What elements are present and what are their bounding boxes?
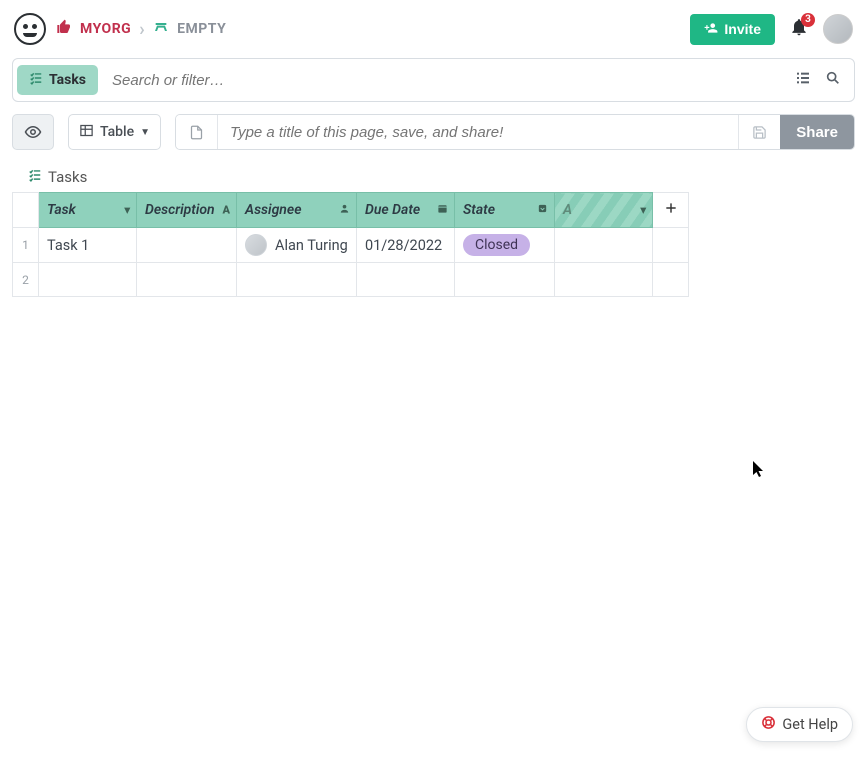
title-bar: Share — [175, 114, 855, 150]
get-help-label: Get Help — [782, 716, 838, 733]
cell-new[interactable] — [555, 228, 653, 263]
caret-down-icon: ▾ — [640, 204, 646, 217]
context-chip-label: Tasks — [49, 72, 86, 88]
breadcrumb-org[interactable]: MYORG — [80, 21, 131, 37]
col-state[interactable]: State — [455, 193, 555, 228]
table-icon — [79, 123, 94, 142]
cell-due-date[interactable]: 01/28/2022 — [357, 228, 455, 263]
calendar-icon — [437, 203, 448, 217]
invite-label: Invite — [724, 21, 761, 37]
state-pill: Closed — [463, 234, 530, 256]
col-new[interactable]: A ▾ — [555, 193, 653, 228]
list-check-icon — [29, 71, 43, 89]
searchbar: Tasks — [12, 58, 855, 102]
user-plus-icon — [704, 21, 718, 38]
breadcrumb-page[interactable]: EMPTY — [177, 21, 226, 37]
notification-badge: 3 — [801, 13, 815, 27]
assignee-name: Alan Turing — [275, 237, 348, 254]
save-button[interactable] — [738, 115, 780, 149]
grid-title-label: Tasks — [48, 168, 87, 186]
app-logo[interactable] — [14, 13, 46, 45]
grid: Tasks Task ▾ Description A Assignee — [0, 162, 867, 297]
avatar — [245, 234, 267, 256]
document-icon[interactable] — [176, 115, 218, 149]
view-label: Table — [100, 124, 134, 140]
context-chip-tasks[interactable]: Tasks — [17, 65, 98, 95]
caret-down-icon: ▾ — [124, 204, 130, 217]
caret-down-icon: ▼ — [140, 127, 150, 138]
text-type-icon: A — [223, 204, 231, 217]
visibility-button[interactable] — [12, 114, 54, 150]
select-icon — [537, 203, 548, 217]
row-number: 2 — [13, 263, 39, 297]
notifications-button[interactable]: 3 — [789, 17, 809, 42]
add-column-button[interactable] — [653, 193, 689, 228]
search-input[interactable] — [102, 72, 788, 89]
share-button[interactable]: Share — [780, 115, 854, 149]
toolbar: Table ▼ Share — [0, 102, 867, 162]
cell-new[interactable] — [555, 263, 653, 297]
table-row[interactable]: 2 — [13, 263, 689, 297]
thumbs-up-icon — [56, 19, 72, 39]
cursor-icon — [752, 460, 766, 482]
cell-state[interactable] — [455, 263, 555, 297]
cell-description[interactable] — [137, 263, 237, 297]
table-row[interactable]: 1 Task 1 Alan Turing 01/28/2022 Closed — [13, 228, 689, 263]
grid-title: Tasks — [12, 162, 855, 192]
cell-due-date[interactable] — [357, 263, 455, 297]
cell-empty — [653, 228, 689, 263]
cell-state[interactable]: Closed — [455, 228, 555, 263]
row-number: 1 — [13, 228, 39, 263]
get-help-button[interactable]: Get Help — [746, 707, 853, 742]
view-selector[interactable]: Table ▼ — [68, 114, 161, 150]
header: MYORG › EMPTY Invite 3 — [0, 0, 867, 58]
col-description[interactable]: Description A — [137, 193, 237, 228]
rownum-header — [13, 193, 39, 228]
chevron-right-icon: › — [139, 19, 145, 40]
cell-task[interactable] — [39, 263, 137, 297]
picnic-table-icon — [153, 19, 169, 39]
cell-description[interactable] — [137, 228, 237, 263]
breadcrumb: MYORG › EMPTY — [56, 19, 226, 40]
cell-assignee[interactable]: Alan Turing — [237, 228, 357, 263]
life-ring-icon — [761, 715, 776, 734]
cell-empty — [653, 263, 689, 297]
invite-button[interactable]: Invite — [690, 14, 775, 45]
list-check-icon — [28, 168, 42, 186]
user-icon — [339, 203, 350, 217]
cell-task[interactable]: Task 1 — [39, 228, 137, 263]
search-icon[interactable] — [818, 70, 848, 90]
cell-assignee[interactable] — [237, 263, 357, 297]
user-avatar[interactable] — [823, 14, 853, 44]
col-due-date[interactable]: Due Date — [357, 193, 455, 228]
col-assignee[interactable]: Assignee — [237, 193, 357, 228]
page-title-input[interactable] — [218, 115, 738, 149]
col-task[interactable]: Task ▾ — [39, 193, 137, 228]
properties-icon[interactable] — [788, 70, 818, 90]
